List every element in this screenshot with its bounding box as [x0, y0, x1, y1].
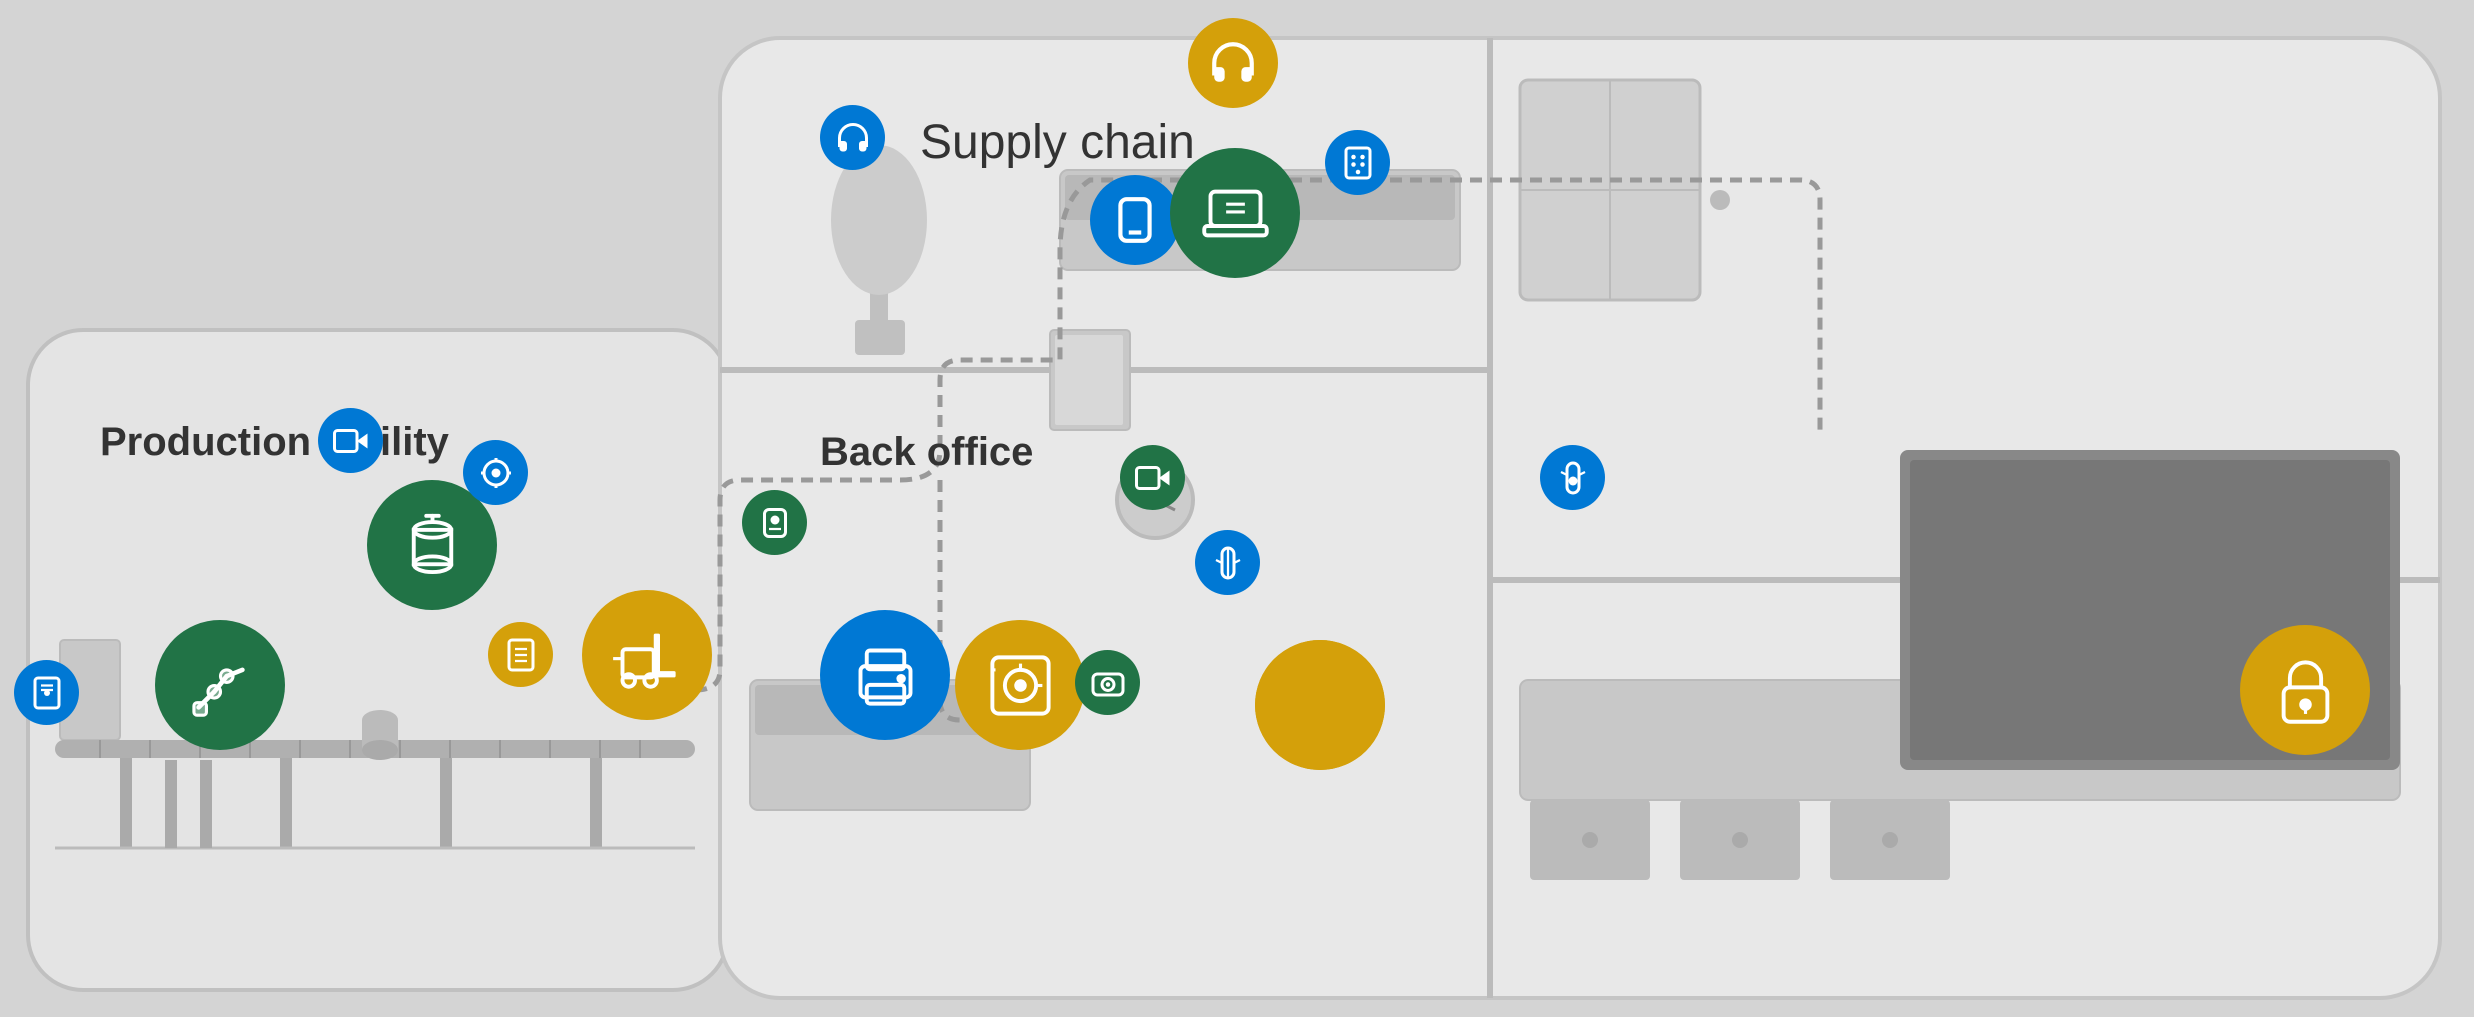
safe-icon[interactable]	[955, 620, 1085, 750]
lock-supply-icon[interactable]	[1255, 640, 1385, 770]
sensor-backoffice-icon[interactable]	[1195, 530, 1260, 595]
forklift-icon[interactable]	[582, 590, 712, 720]
scene: Production facility Back office Supply c…	[0, 0, 2474, 1017]
phone-icon[interactable]	[1090, 175, 1180, 265]
keypad-supply-icon[interactable]	[1325, 130, 1390, 195]
access-reader-icon[interactable]	[742, 490, 807, 555]
lock-right-icon[interactable]	[2240, 625, 2370, 755]
supply-chain-label: Supply chain	[920, 115, 1195, 170]
pipeline-icon[interactable]	[463, 440, 528, 505]
door-controller-icon[interactable]	[14, 660, 79, 725]
headset-icon[interactable]	[820, 105, 885, 170]
production-label: Production facility	[100, 420, 449, 465]
headset-large-icon[interactable]	[1188, 18, 1278, 108]
camera-production-icon[interactable]	[318, 408, 383, 473]
camera-backoffice-icon[interactable]	[1120, 445, 1185, 510]
keypad-production-icon[interactable]	[488, 622, 553, 687]
camera-supply-icon[interactable]	[1540, 445, 1605, 510]
laptop-icon[interactable]	[1170, 148, 1300, 278]
camera-small-icon[interactable]	[1075, 650, 1140, 715]
robot-arm-icon[interactable]	[155, 620, 285, 750]
back-office-label: Back office	[820, 430, 1033, 475]
printer-icon[interactable]	[820, 610, 950, 740]
